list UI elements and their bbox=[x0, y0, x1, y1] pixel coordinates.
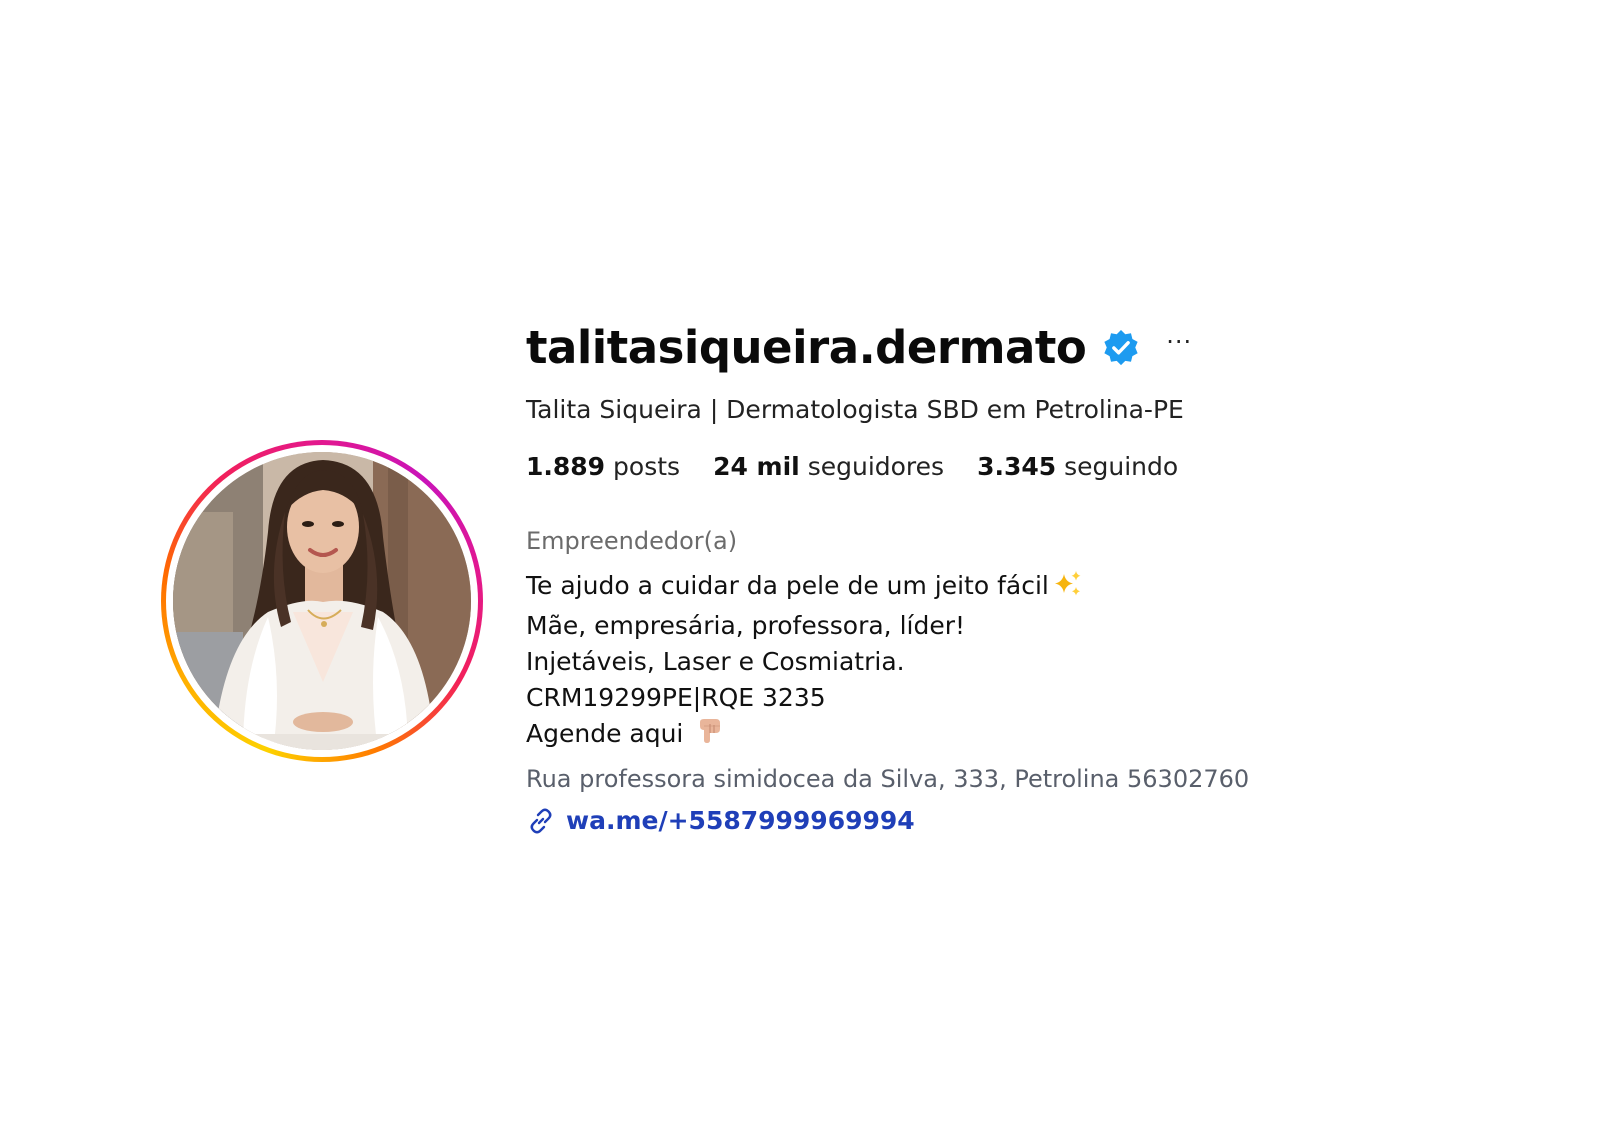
posts-count: 1.889 bbox=[526, 452, 606, 481]
bio-line: Injetáveis, Laser e Cosmiatria. bbox=[526, 647, 905, 676]
following-count: 3.345 bbox=[977, 452, 1057, 481]
stats-row: 1.889 posts 24 mil seguidores 3.345 segu… bbox=[526, 451, 1526, 483]
more-options-button[interactable]: ··· bbox=[1166, 330, 1192, 354]
following-label: seguindo bbox=[1064, 452, 1179, 481]
sparkles-icon bbox=[1053, 570, 1083, 608]
story-ring[interactable] bbox=[161, 440, 483, 762]
bio-line-text: Te ajudo a cuidar da pele de um jeito fá… bbox=[526, 571, 1049, 600]
verified-badge-icon bbox=[1102, 329, 1140, 367]
category-label: Empreendedor(a) bbox=[526, 527, 738, 555]
avatar-gap bbox=[166, 445, 478, 757]
profile-info: talitasiqueira.dermato ··· Talita Siquei… bbox=[526, 318, 1526, 837]
followers-stat[interactable]: 24 mil seguidores bbox=[713, 451, 944, 483]
posts-label: posts bbox=[613, 452, 681, 481]
title-row: talitasiqueira.dermato ··· bbox=[526, 318, 1526, 378]
address[interactable]: Rua professora simidocea da Silva, 333, … bbox=[526, 763, 1526, 795]
bio-line-text: Agende aqui bbox=[526, 719, 684, 748]
posts-stat[interactable]: 1.889 posts bbox=[526, 451, 680, 483]
bio-line: Mãe, empresária, professora, líder! bbox=[526, 611, 966, 640]
link-icon bbox=[526, 806, 556, 836]
profile-page: talitasiqueira.dermato ··· Talita Siquei… bbox=[0, 0, 1600, 1130]
pointing-down-hand-icon bbox=[695, 716, 725, 756]
bio-line: Agende aqui bbox=[526, 716, 1526, 756]
full-name: Talita Siqueira | Dermatologista SBD em … bbox=[526, 395, 1184, 424]
following-stat[interactable]: 3.345 seguindo bbox=[977, 451, 1178, 483]
followers-count: 24 mil bbox=[713, 452, 800, 481]
followers-label: seguidores bbox=[807, 452, 945, 481]
avatar[interactable] bbox=[173, 452, 471, 750]
link-text[interactable]: wa.me/+5587999969994 bbox=[566, 805, 915, 837]
avatar-photo bbox=[173, 452, 471, 750]
bio-line: Te ajudo a cuidar da pele de um jeito fá… bbox=[526, 568, 1526, 608]
bio: Te ajudo a cuidar da pele de um jeito fá… bbox=[526, 568, 1526, 756]
username: talitasiqueira.dermato bbox=[526, 321, 1087, 374]
bio-line: CRM19299PE|RQE 3235 bbox=[526, 683, 826, 712]
external-link[interactable]: wa.me/+5587999969994 bbox=[526, 805, 1526, 837]
